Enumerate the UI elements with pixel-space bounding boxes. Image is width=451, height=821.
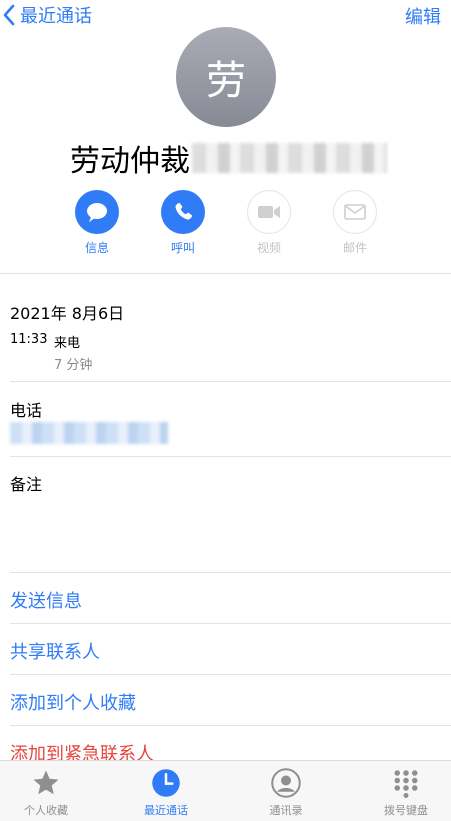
phone-number-redacted[interactable] [10, 422, 168, 444]
avatar-initial: 劳 [206, 58, 246, 104]
tab-contacts[interactable]: 通讯录 [241, 767, 331, 818]
mail-action-label: 邮件 [342, 241, 367, 255]
back-button[interactable]: 最近通话 [2, 2, 92, 28]
call-action[interactable]: 呼叫 [153, 190, 213, 256]
action-buttons: 信息 呼叫 视频 邮件 [0, 190, 451, 260]
tab-favorites[interactable]: 个人收藏 [1, 767, 91, 818]
divider [10, 725, 451, 726]
back-label: 最近通话 [20, 6, 92, 27]
call-type: 来电 [54, 336, 81, 351]
tab-recents-label: 最近通话 [144, 804, 188, 817]
message-icon [75, 190, 119, 234]
phone-icon [161, 190, 205, 234]
share-contact-button[interactable]: 共享联系人 [10, 638, 100, 664]
notes-label[interactable]: 备注 [10, 471, 42, 495]
divider [0, 273, 451, 274]
call-time: 11:33 [10, 332, 48, 347]
message-action[interactable]: 信息 [67, 190, 127, 256]
call-action-label: 呼叫 [170, 241, 195, 255]
tab-keypad[interactable]: 拨号键盘 [361, 767, 451, 818]
redacted-name-blur [192, 143, 387, 173]
divider [10, 674, 451, 675]
edit-button[interactable]: 编辑 [405, 3, 441, 29]
video-action-label: 视频 [256, 241, 281, 255]
contact-name: 劳动仲裁 [70, 144, 190, 179]
tab-keypad-label: 拨号键盘 [384, 804, 428, 817]
tab-recents[interactable]: 最近通话 [121, 767, 211, 818]
call-duration: 7 分钟 [54, 358, 93, 373]
contacts-icon [270, 767, 302, 799]
contact-name-row: 劳动仲裁 [70, 138, 387, 179]
divider [10, 456, 451, 457]
video-action[interactable]: 视频 [239, 190, 299, 256]
tab-contacts-label: 通讯录 [269, 804, 303, 817]
divider [10, 381, 451, 382]
add-favorite-button[interactable]: 添加到个人收藏 [10, 689, 136, 715]
video-icon [247, 190, 291, 234]
chevron-left-icon [3, 4, 15, 26]
tab-bar: 个人收藏 最近通话 通讯录 拨号键盘 [0, 760, 451, 821]
send-message-button[interactable]: 发送信息 [10, 587, 82, 613]
mail-icon [333, 190, 377, 234]
tab-favorites-label: 个人收藏 [24, 804, 68, 817]
call-date: 2021年 8月6日 [10, 304, 125, 323]
phone-label: 电话 [10, 401, 43, 420]
clock-icon [150, 767, 182, 799]
mail-action[interactable]: 邮件 [325, 190, 385, 256]
message-action-label: 信息 [84, 241, 109, 255]
avatar: 劳 [176, 27, 276, 127]
divider [10, 623, 451, 624]
navigation-bar: 最近通话 编辑 [0, 0, 451, 30]
keypad-icon [390, 767, 422, 799]
star-icon [30, 767, 62, 799]
divider [10, 572, 451, 573]
